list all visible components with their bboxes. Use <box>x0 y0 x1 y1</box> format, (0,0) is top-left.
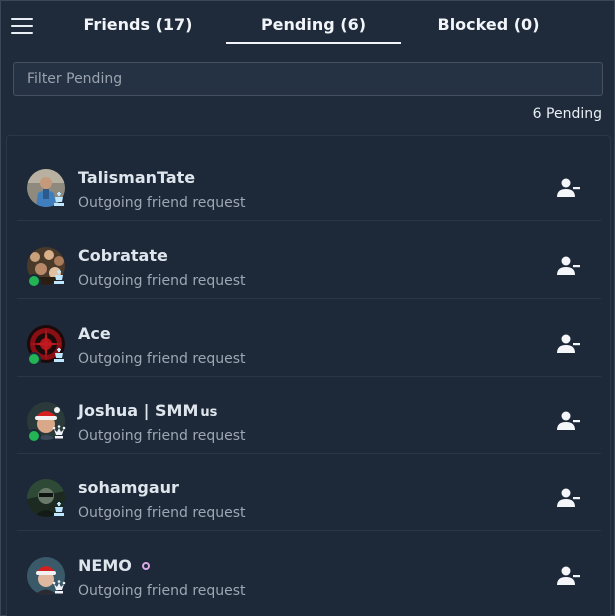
list-item: sohamgaur Outgoing friend request <box>17 453 601 531</box>
request-status-text: Outgoing friend request <box>78 273 246 289</box>
cancel-request-icon[interactable] <box>557 566 583 586</box>
request-status-text: Outgoing friend request <box>78 428 246 444</box>
pending-requests-list: TalismanTate Outgoing friend request Cob… <box>6 135 611 616</box>
request-status-text: Outgoing friend request <box>78 351 246 367</box>
list-item: Cobratate Outgoing friend request <box>17 221 601 299</box>
request-username: Ace <box>78 324 111 343</box>
request-status-text: Outgoing friend request <box>78 505 246 521</box>
chess-king-icon <box>52 348 66 362</box>
list-item: TalismanTate Outgoing friend request <box>17 143 601 221</box>
filter-pending-input[interactable] <box>13 62 603 96</box>
request-username: Cobratate <box>78 246 168 265</box>
hamburger-menu-icon[interactable] <box>11 16 33 36</box>
list-item: NEMO Outgoing friend request <box>17 531 601 608</box>
list-item: Joshua | SMM us Outgoing friend request <box>17 376 601 454</box>
chess-king-icon <box>52 192 66 206</box>
region-tag: us <box>200 405 218 420</box>
tab-blocked[interactable]: Blocked (0) <box>421 15 556 45</box>
request-username-text: NEMO <box>78 556 132 575</box>
chess-queen-icon <box>52 425 66 439</box>
cancel-request-icon[interactable] <box>557 334 583 354</box>
online-status-dot <box>27 274 41 288</box>
pending-count-label: 6 Pending <box>532 106 602 122</box>
request-username: TalismanTate <box>78 168 196 187</box>
list-item: Ace Outgoing friend request <box>17 299 601 377</box>
request-status-text: Outgoing friend request <box>78 195 246 211</box>
request-username: sohamgaur <box>78 478 179 497</box>
active-tab-indicator <box>226 42 401 44</box>
chess-king-icon <box>52 502 66 516</box>
tab-bar: Friends (17) Pending (6) Blocked (0) <box>1 1 614 53</box>
request-username: NEMO <box>78 556 150 575</box>
cancel-request-icon[interactable] <box>557 411 583 431</box>
tab-pending[interactable]: Pending (6) <box>226 15 401 45</box>
request-username-text: Joshua | SMM <box>78 401 199 420</box>
ring-icon <box>141 562 150 570</box>
cancel-request-icon[interactable] <box>557 488 583 508</box>
online-status-dot <box>27 429 41 443</box>
request-status-text: Outgoing friend request <box>78 583 246 599</box>
cancel-request-icon[interactable] <box>557 256 583 276</box>
chess-queen-icon <box>52 580 66 594</box>
chess-king-icon <box>52 270 66 284</box>
pending-friends-panel: Friends (17) Pending (6) Blocked (0) 6 P… <box>0 0 615 616</box>
request-username: Joshua | SMM us <box>78 401 217 420</box>
cancel-request-icon[interactable] <box>557 178 583 198</box>
tab-friends[interactable]: Friends (17) <box>73 15 203 45</box>
online-status-dot <box>27 352 41 366</box>
